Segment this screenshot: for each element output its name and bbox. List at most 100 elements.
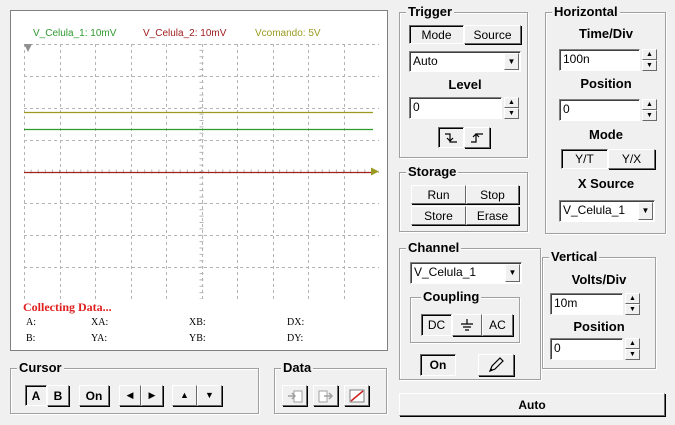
cursor-a-button[interactable]: A — [25, 385, 47, 406]
spin-up-icon[interactable]: ▲ — [642, 99, 657, 110]
readout-dy: DY: — [287, 333, 304, 344]
spin-down-icon[interactable]: ▼ — [504, 108, 519, 119]
spin-up-icon[interactable]: ▲ — [625, 293, 640, 304]
trigger-source-button[interactable]: Source — [464, 25, 521, 44]
x-source-value: V_Celula_1 — [563, 203, 626, 217]
spin-down-icon[interactable]: ▼ — [625, 304, 640, 315]
legend-v-celula-2: V_Celula_2: 10mV — [143, 28, 227, 39]
cursor-left-button[interactable]: ◀ — [119, 385, 141, 406]
x-source-label: X Source — [577, 176, 635, 191]
cursor-b-button[interactable]: B — [47, 385, 69, 406]
erase-button[interactable]: Erase — [466, 206, 519, 225]
graph-icon — [349, 389, 364, 402]
volts-div-value: 10m — [554, 296, 578, 310]
status-text: Collecting Data... — [23, 300, 112, 314]
trigger-title: Trigger — [406, 4, 455, 20]
h-position-label: Position — [580, 76, 632, 91]
yx-mode-button[interactable]: Y/X — [608, 149, 655, 169]
v-position-stepper[interactable]: ▲ ▼ — [625, 338, 640, 360]
time-div-stepper[interactable]: ▲ ▼ — [642, 49, 657, 71]
trigger-level-marker-icon[interactable] — [371, 167, 379, 176]
horizontal-group: Horizontal Time/Div 100n ▲ ▼ Position 0 … — [545, 4, 666, 234]
readout-b: B: — [26, 333, 36, 344]
spin-up-icon[interactable]: ▲ — [625, 338, 640, 349]
v-position-field[interactable]: 0 — [550, 338, 623, 360]
volts-div-stepper[interactable]: ▲ ▼ — [625, 293, 640, 315]
legend-v-celula-1: V_Celula_1: 10mV — [33, 28, 117, 39]
scope-grid — [24, 44, 379, 299]
trigger-mode-button[interactable]: Mode — [409, 25, 464, 44]
spin-down-icon[interactable]: ▼ — [625, 349, 640, 360]
trigger-falling-edge-button[interactable] — [438, 127, 464, 148]
import-icon — [287, 390, 302, 402]
readout-ya: YA: — [91, 333, 108, 344]
trigger-level-label: Level — [448, 77, 482, 92]
chevron-down-icon[interactable]: ▼ — [638, 202, 653, 220]
yt-mode-button[interactable]: Y/T — [561, 149, 608, 169]
h-position-field[interactable]: 0 — [559, 99, 640, 121]
trigger-level-value: 0 — [413, 100, 420, 114]
storage-group: Storage Run Stop Store Erase — [399, 164, 528, 232]
oscilloscope-display[interactable]: V_Celula_1: 10mV V_Celula_2: 10mV Vcoman… — [10, 10, 388, 351]
trigger-position-marker-icon[interactable] — [24, 44, 32, 52]
trigger-rising-edge-button[interactable] — [464, 127, 490, 148]
export-icon — [318, 390, 333, 402]
volts-div-field[interactable]: 10m — [550, 293, 623, 315]
chevron-down-icon[interactable]: ▼ — [505, 264, 520, 282]
spin-up-icon[interactable]: ▲ — [504, 97, 519, 108]
legend-vcomando: Vcomando: 5V — [255, 28, 321, 39]
channel-color-button[interactable] — [478, 354, 514, 376]
v-position-value: 0 — [554, 341, 561, 355]
time-div-label: Time/Div — [579, 26, 633, 41]
cursor-on-button[interactable]: On — [79, 385, 109, 406]
time-div-value: 100n — [563, 52, 590, 66]
trigger-level-field[interactable]: 0 — [409, 97, 502, 119]
x-source-select[interactable]: V_Celula_1 ▼ — [559, 200, 655, 222]
readout-a: A: — [26, 317, 36, 328]
horizontal-title: Horizontal — [552, 4, 620, 20]
h-position-stepper[interactable]: ▲ ▼ — [642, 99, 657, 121]
falling-edge-icon — [445, 132, 457, 143]
channel-on-button[interactable]: On — [420, 354, 456, 376]
time-div-field[interactable]: 100n — [559, 49, 640, 71]
cursor-down-button[interactable]: ▼ — [197, 385, 222, 406]
vertical-group: Vertical Volts/Div 10m ▲ ▼ Position 0 ▲ … — [542, 249, 656, 369]
cursor-group: Cursor A B On ◀ ▶ ▲ ▼ — [10, 360, 259, 414]
data-title: Data — [281, 360, 314, 376]
ground-coupling-button[interactable] — [452, 314, 482, 336]
pen-icon — [488, 357, 504, 373]
auto-button[interactable]: Auto — [399, 393, 665, 416]
coupling-title: Coupling — [421, 289, 482, 305]
ground-icon — [461, 319, 473, 331]
coupling-group: Coupling DC AC — [410, 289, 520, 343]
data-graph-button[interactable] — [344, 385, 369, 406]
spin-down-icon[interactable]: ▼ — [642, 60, 657, 71]
volts-div-label: Volts/Div — [571, 272, 627, 287]
readout-xb: XB: — [189, 317, 206, 328]
trigger-mode-value: Auto — [413, 54, 438, 68]
ac-coupling-button[interactable]: AC — [482, 314, 513, 336]
channel-group: Channel V_Celula_1 ▼ Coupling DC AC On — [399, 240, 541, 380]
stop-button[interactable]: Stop — [466, 185, 519, 204]
run-button[interactable]: Run — [411, 185, 466, 204]
data-import-button[interactable] — [282, 385, 307, 406]
readout-yb: YB: — [189, 333, 206, 344]
trigger-level-stepper[interactable]: ▲ ▼ — [504, 97, 519, 119]
cursor-up-button[interactable]: ▲ — [172, 385, 197, 406]
h-mode-label: Mode — [589, 127, 623, 142]
h-position-value: 0 — [563, 102, 570, 116]
channel-title: Channel — [406, 240, 462, 256]
spin-down-icon[interactable]: ▼ — [642, 110, 657, 121]
data-export-button[interactable] — [313, 385, 338, 406]
spin-up-icon[interactable]: ▲ — [642, 49, 657, 60]
trigger-group: Trigger Mode Source Auto ▼ Level 0 ▲ ▼ — [399, 4, 528, 158]
chevron-down-icon[interactable]: ▼ — [504, 53, 519, 70]
readout-dx: DX: — [287, 317, 305, 328]
trigger-mode-select[interactable]: Auto ▼ — [409, 51, 521, 72]
cursor-title: Cursor — [17, 360, 64, 376]
store-button[interactable]: Store — [411, 206, 466, 225]
cursor-right-button[interactable]: ▶ — [141, 385, 163, 406]
channel-select[interactable]: V_Celula_1 ▼ — [410, 262, 522, 284]
dc-coupling-button[interactable]: DC — [421, 314, 452, 336]
double-arrow-down-icon: ▼ — [205, 390, 214, 400]
